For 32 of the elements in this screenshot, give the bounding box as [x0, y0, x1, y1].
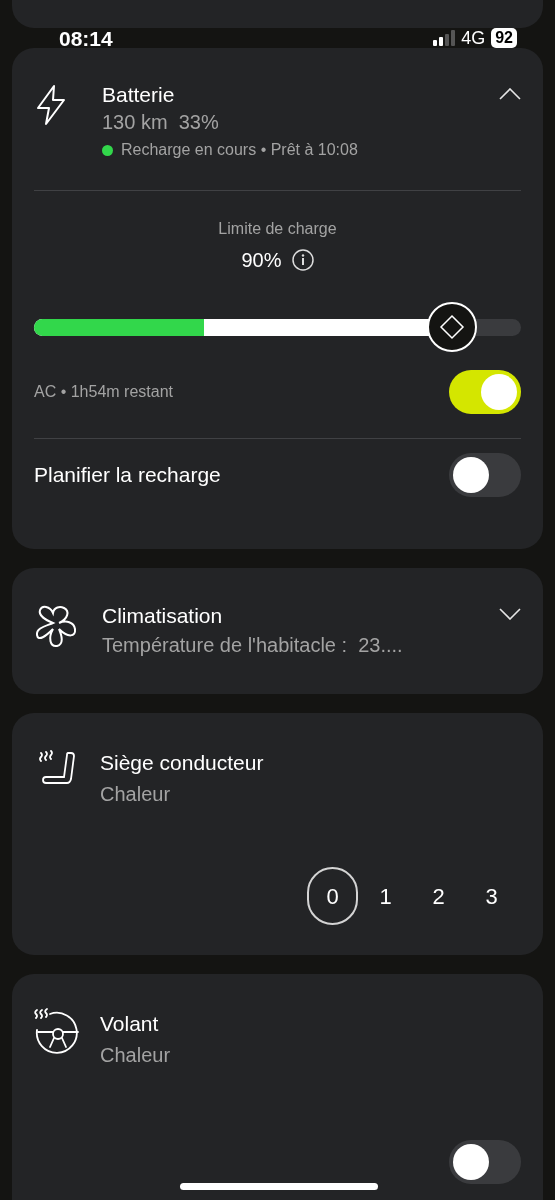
- battery-badge: 92: [491, 28, 517, 48]
- clock-time: 08:14: [59, 27, 113, 49]
- slider-thumb[interactable]: [426, 302, 477, 352]
- heat-level-option[interactable]: 3: [466, 867, 517, 925]
- charging-info: AC • 1h54m restant: [34, 382, 173, 402]
- heat-level-option[interactable]: 0: [307, 867, 358, 925]
- heated-steering-wheel-icon: [34, 1008, 80, 1054]
- chevron-down-icon[interactable]: [499, 608, 521, 620]
- chevron-up-icon[interactable]: [499, 88, 521, 100]
- signal-icon: [433, 30, 456, 46]
- lightning-icon: [34, 84, 68, 126]
- heat-label: Chaleur: [100, 782, 172, 807]
- card-title: Batterie: [102, 82, 176, 108]
- card-title: Climatisation: [102, 603, 224, 629]
- diamond-icon: [438, 314, 465, 340]
- toggle-switch[interactable]: [449, 370, 521, 414]
- toggle-switch[interactable]: [449, 453, 521, 497]
- range-text: 130 km 33%: [102, 110, 220, 135]
- heat-level-option[interactable]: 2: [413, 867, 464, 925]
- charging-status: Recharge en cours • Prêt à 10:08: [121, 140, 358, 160]
- card-title: Volant: [100, 1011, 160, 1037]
- schedule-label: Planifier la recharge: [34, 462, 221, 489]
- info-icon[interactable]: [291, 249, 314, 271]
- card-title: Siège conducteur: [100, 750, 264, 776]
- heat-label: Chaleur: [100, 1043, 171, 1068]
- cabin-temperature: Température de l'habitacle : 23....: [102, 633, 404, 658]
- limit-label: Limite de charge: [218, 219, 337, 239]
- fan-icon: [34, 604, 78, 648]
- heat-level-option[interactable]: 1: [360, 867, 411, 925]
- limit-value: 90%: [241, 248, 282, 273]
- toggle-switch[interactable]: [449, 1140, 521, 1184]
- network-label: 4G: [461, 29, 486, 47]
